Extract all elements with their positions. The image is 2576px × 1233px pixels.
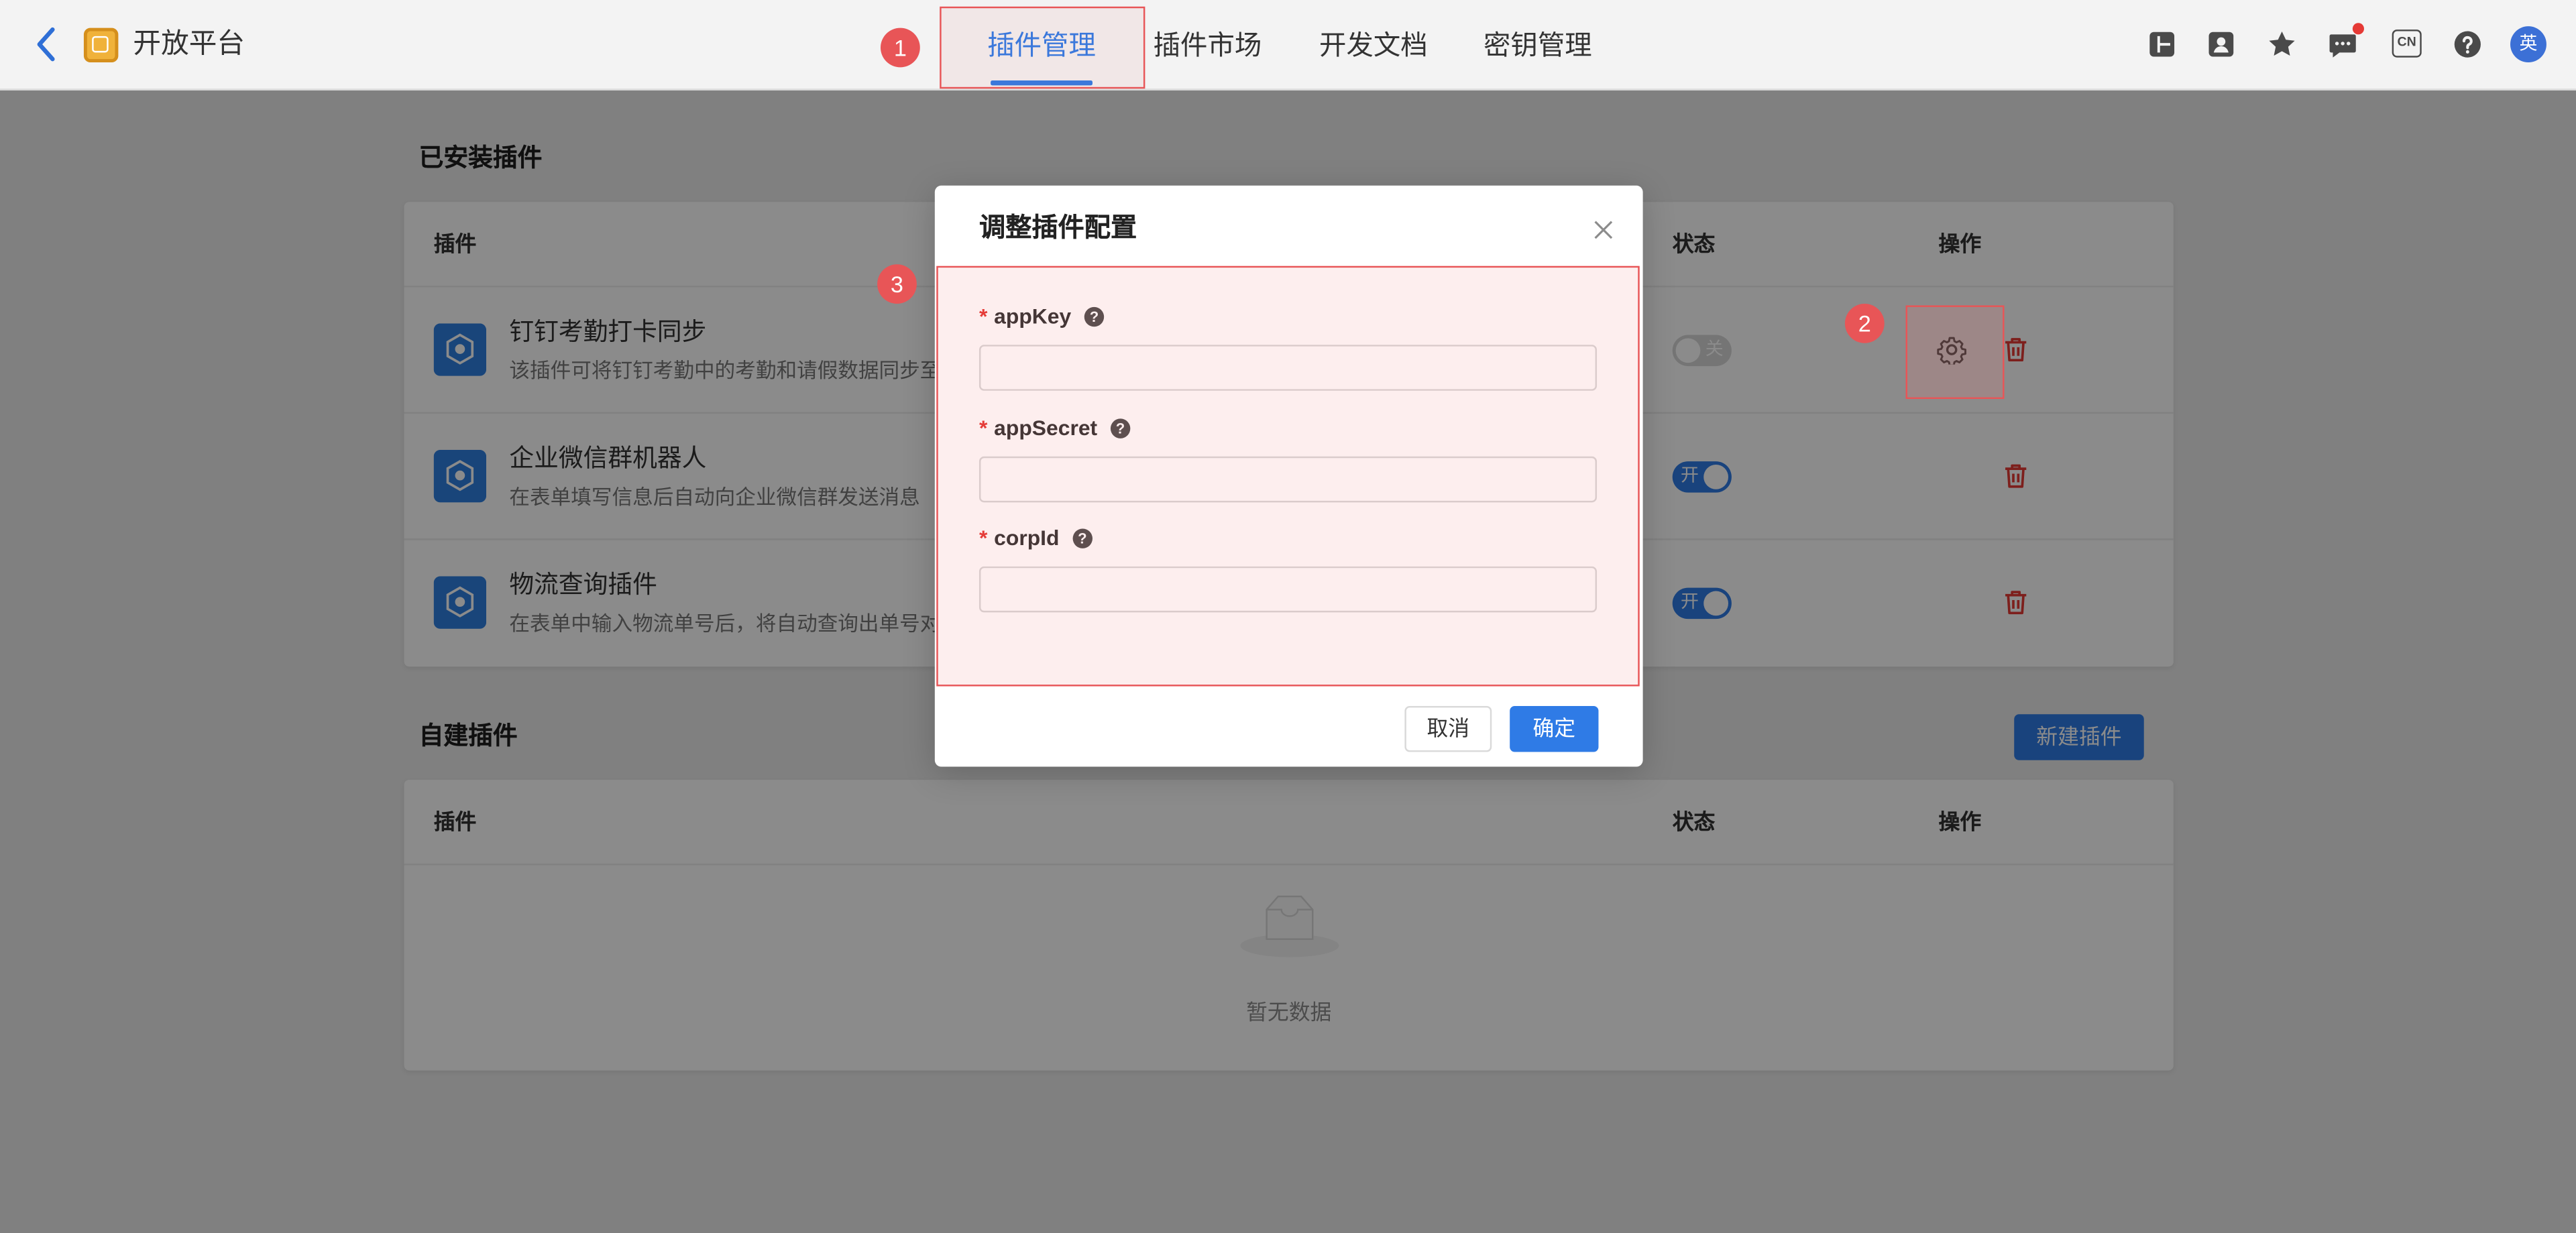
- required-mark: *: [978, 415, 988, 441]
- app-logo-icon: [83, 27, 119, 63]
- active-tab-indicator: [991, 80, 1093, 86]
- help-icon[interactable]: [2453, 30, 2482, 59]
- required-mark: *: [978, 525, 988, 550]
- appkey-label: * appKey: [978, 304, 1105, 330]
- field-label-text: appKey: [994, 304, 1072, 329]
- unread-badge: [2352, 23, 2365, 35]
- help-icon[interactable]: [1084, 306, 1105, 327]
- back-arrow-icon[interactable]: [34, 26, 57, 62]
- tab-plugin-market[interactable]: 插件市场: [1154, 30, 1262, 62]
- top-navigation-bar: 开放平台 插件管理 插件市场 开发文档 密钥管理 CN 英: [0, 0, 2576, 91]
- cancel-button[interactable]: 取消: [1404, 705, 1492, 752]
- annotation-marker-3: 3: [877, 264, 917, 304]
- contacts-icon[interactable]: [2206, 30, 2236, 59]
- appsecret-label: * appSecret: [978, 415, 1131, 442]
- message-icon[interactable]: [2328, 30, 2357, 59]
- annotation-marker-2: 2: [1844, 304, 1885, 343]
- app-title: 开放平台: [133, 27, 245, 60]
- field-label-text: corpId: [994, 525, 1060, 550]
- language-icon[interactable]: CN: [2392, 30, 2422, 58]
- app-window: 开放平台 插件管理 插件市场 开发文档 密钥管理 CN 英 已安装插件 插件 状…: [0, 0, 2576, 1233]
- corpid-input[interactable]: [978, 566, 1598, 613]
- required-mark: *: [978, 304, 988, 329]
- dialog-title: 调整插件配置: [978, 215, 1137, 243]
- tab-key-management[interactable]: 密钥管理: [1483, 30, 1592, 62]
- help-icon[interactable]: [1072, 528, 1093, 548]
- appkey-input[interactable]: [978, 345, 1598, 391]
- field-label-text: appSecret: [994, 415, 1098, 441]
- star-icon[interactable]: [2267, 30, 2296, 59]
- confirm-button[interactable]: 确定: [1510, 705, 1599, 752]
- plugin-config-dialog: 调整插件配置 * appKey * appSecret * corpId 取消 …: [934, 185, 1643, 767]
- close-icon[interactable]: [1593, 220, 1613, 239]
- corpid-label: * corpId: [979, 526, 1093, 552]
- layout-icon[interactable]: [2147, 30, 2177, 59]
- help-icon[interactable]: [1110, 418, 1131, 438]
- annotation-marker-1: 1: [880, 27, 920, 68]
- appsecret-input[interactable]: [978, 456, 1598, 503]
- tab-plugin-management[interactable]: 插件管理: [987, 30, 1096, 62]
- avatar[interactable]: 英: [2510, 26, 2546, 63]
- tab-dev-docs[interactable]: 开发文档: [1319, 30, 1428, 62]
